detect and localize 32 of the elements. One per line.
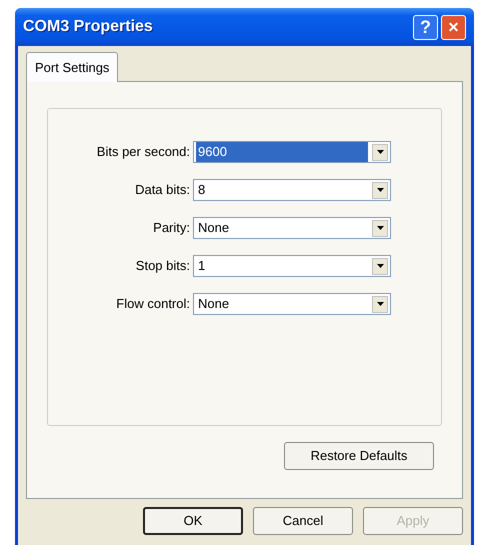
caret-icon [376,264,384,268]
dialog-button[interactable]: Cancel [253,507,353,535]
close-button[interactable]: × [441,14,466,40]
dropdown[interactable]: 9600 [193,141,391,163]
tab[interactable]: Port Settings [26,52,118,82]
dropdown-value: 8 [197,181,206,200]
window-title: COM3 Properties [23,17,154,37]
restore-defaults-button[interactable]: Restore Defaults [284,442,434,470]
dropdown-value: 9600 [196,142,368,162]
caret-icon [376,226,384,230]
dropdown-arrow-button[interactable] [372,182,388,198]
dropdown-arrow-button[interactable] [372,258,388,274]
dropdown[interactable]: None [193,217,391,239]
dropdown[interactable]: None [193,293,391,315]
caret-icon [376,302,384,306]
caret-icon [376,150,384,154]
field-label: Bits per second: [96,143,191,162]
help-button[interactable]: ? [413,14,438,40]
dropdown-arrow-button[interactable] [372,144,388,160]
dropdown-value: None [197,295,230,314]
field-label: Stop bits: [134,257,191,276]
dropdown-arrow-button[interactable] [372,220,388,236]
dropdown-arrow-button[interactable] [372,296,388,312]
field-label: Data bits: [134,181,191,200]
field-label: Flow control: [115,295,191,314]
dropdown[interactable]: 1 [193,255,391,277]
dropdown-value: 1 [197,257,206,276]
dropdown[interactable]: 8 [193,179,391,201]
dialog-button[interactable]: OK [143,507,243,535]
field-label: Parity: [152,219,191,238]
dropdown-value: None [197,219,230,238]
caret-icon [376,188,384,192]
